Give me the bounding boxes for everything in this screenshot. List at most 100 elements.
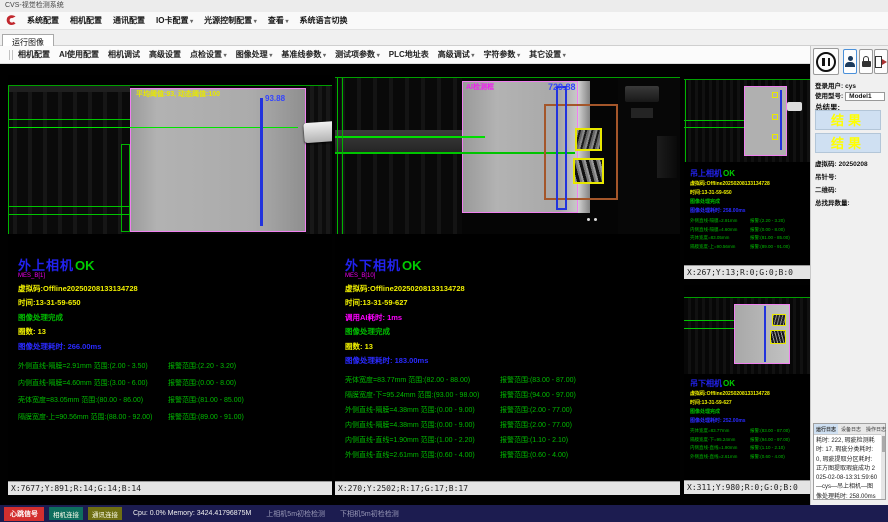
measurement-list: 壳体宽度=83.77mm报警:(83.00 - 87.00) 隔膜宽度-下=95…: [690, 428, 808, 460]
tab-strip: 运行图像: [0, 30, 888, 46]
yellow-defect-rect: [573, 158, 604, 184]
measurement-value: 内侧直线-隔膜=4.60mm 范围:(3.00 - 6.00): [18, 378, 168, 388]
blue-measure-value: 729.88: [548, 82, 576, 92]
measurement-value: 隔膜宽度-下=95.24mm 范围:(93.00 - 98.00): [345, 390, 500, 400]
measurement-value: 内侧直线-隔膜=4.38mm 范围:(0.00 - 9.00): [345, 420, 500, 430]
measurement-alarm: 报警范围:(0.60 - 4.00): [500, 452, 568, 459]
measurement-row: 壳体宽度=83.77mm 范围:(82.00 - 88.00)报警范围:(83.…: [345, 375, 678, 385]
tool-camera-debug[interactable]: 相机调试: [108, 49, 140, 60]
measurement-row: 内侧直线-直线=1.90mm 范围:(1.00 - 2.20)报警范围:(1.1…: [345, 435, 678, 445]
tool-test-item-params[interactable]: 测试项参数: [335, 49, 380, 60]
main-area: 平均阈值:93, 动态阈值:100 93.88 外上相机OK MES_B[1] …: [0, 64, 810, 505]
tool-other-settings[interactable]: 其它设置: [529, 49, 566, 60]
virtual-code-line: 虚拟码:Offline20250208133134728: [345, 283, 678, 294]
menu-comm-config[interactable]: 通讯配置: [113, 15, 145, 26]
camera-image-mini-top[interactable]: [684, 79, 810, 162]
green-vertical-line: [685, 80, 686, 162]
tool-ai-usage-config[interactable]: AI使用配置: [59, 49, 99, 60]
tool-baseline-params[interactable]: 基准线参数: [281, 49, 326, 60]
result-ok-badge: OK: [723, 379, 735, 388]
camera-view-center: AI检测框 729.88 外下相机OK MES_B[10] 虚拟码:Offlin…: [335, 75, 680, 495]
measurement-value: 外侧直线-直线=2.61mm: [690, 454, 750, 460]
camera-image-mini-bottom[interactable]: [684, 297, 810, 374]
camera-image-left[interactable]: 平均阈值:93, 动态阈值:100 93.88: [8, 85, 332, 234]
yellow-defect-rect: [770, 330, 786, 344]
blue-measure-rect: [556, 86, 567, 210]
menu-light-control-config[interactable]: 光源控制配置: [204, 15, 257, 26]
green-measure-line: [684, 127, 744, 128]
tool-advanced-debug[interactable]: 高级调试: [438, 49, 475, 60]
right-control-panel: 登录用户:cys 使用型号:Model1 总结果: 结果 结果 虚拟码:2025…: [810, 46, 888, 505]
exit-button[interactable]: [874, 49, 888, 74]
camera-result-header: 吊下相机OK: [690, 380, 808, 388]
machinery-background-left: [8, 86, 130, 234]
measurement-row: 外侧直线-直线=2.61mm 范围:(0.60 - 4.00)报警范围:(0.6…: [345, 450, 678, 460]
camera-view-mini-top: 吊上相机OK 虚拟码:Offline20250208133134728 时间:1…: [684, 75, 810, 279]
green-vertical-line: [337, 78, 338, 234]
qr-code-label: 二维码:: [815, 184, 837, 194]
done-line: 图像处理完成: [18, 312, 330, 323]
tool-plc-address-table[interactable]: PLC地址表: [389, 49, 429, 60]
task-down-camera: 下相机5m初检检测: [340, 509, 399, 519]
tool-advanced-settings[interactable]: 高级设置: [149, 49, 181, 60]
switch-user-button[interactable]: [843, 49, 857, 74]
measurement-list: 外侧直线-隔膜=2.91mm报警:(2.20 - 3.20) 内侧直线-隔膜=4…: [690, 218, 808, 250]
login-user-value: cys: [845, 83, 856, 90]
log-tab-run[interactable]: 运行日志: [814, 424, 838, 434]
login-user-label: 登录用户:: [815, 83, 843, 90]
measurement-value: 外侧直线-隔膜=4.38mm 范围:(0.00 - 9.00): [345, 405, 500, 415]
blue-measure-value: 93.88: [265, 94, 285, 103]
green-measure-line: [684, 320, 734, 321]
measurement-row: 壳体宽度=83.05mm 范围:(80.00 - 86.00)报警范围:(81.…: [18, 395, 330, 405]
machinery-detail: [625, 86, 659, 102]
measurement-alarm: 报警:(1.10 - 2.10): [750, 445, 785, 450]
tool-spot-check[interactable]: 点检设置: [190, 49, 227, 60]
menu-view[interactable]: 查看: [268, 15, 289, 26]
measurement-alarm: 报警:(94.00 - 97.00): [750, 437, 790, 442]
log-panel: 运行日志 设备日志 操作日志 耗时: 222, 瑕疵检测耗时: 17, 瑕疵分类…: [813, 423, 886, 500]
measurement-alarm: 报警范围:(2.00 - 77.00): [500, 422, 572, 429]
machinery-shelf: [335, 130, 462, 154]
exit-icon: [875, 56, 887, 68]
measurement-row: 隔膜宽度-上=90.56mm报警:(89.00 - 91.00): [690, 244, 808, 250]
tool-image-processing[interactable]: 图像处理: [236, 49, 273, 60]
time-line: 时间:13-31-59-650: [18, 297, 330, 308]
camera-name: 外下相机: [345, 258, 401, 273]
camera-name: 外上相机: [18, 258, 74, 273]
measurement-row: 外侧直线-隔膜=2.91mm 范围:(2.00 - 3.50)报警范围:(2.2…: [18, 361, 330, 371]
pause-button[interactable]: [813, 48, 839, 75]
model-label: 使用型号:: [815, 93, 843, 100]
yellow-marker: [772, 114, 778, 120]
elapsed-line: 图像处理耗时: 183.00ms: [345, 355, 678, 366]
pixel-status-bar: X:267;Y:13;R:0;G:0;B:0: [684, 265, 810, 279]
toolbar-grip[interactable]: [9, 50, 13, 60]
measurement-value: 隔膜宽度-上=90.56mm 范围:(88.00 - 92.00): [18, 412, 168, 422]
measurement-row: 外侧直线-隔膜=4.38mm 范围:(0.00 - 9.00)报警范围:(2.0…: [345, 405, 678, 415]
electrode-tab-clip: [303, 121, 332, 143]
menu-language-switch[interactable]: 系统语言切换: [300, 15, 348, 26]
done-line: 图像处理完成: [345, 326, 678, 337]
log-scrollbar[interactable]: [881, 434, 885, 499]
yellow-marker: [772, 134, 778, 140]
tool-camera-config[interactable]: 相机配置: [18, 49, 50, 60]
heartbeat-badge: 心跳信号: [4, 507, 44, 521]
model-select[interactable]: Model1: [845, 92, 885, 101]
measurement-alarm: 报警范围:(94.00 - 97.00): [500, 392, 576, 399]
log-tab-device[interactable]: 设备日志: [839, 424, 863, 434]
menu-camera-config[interactable]: 相机配置: [70, 15, 102, 26]
measurement-value: 内侧直线-直线=1.90mm: [690, 445, 750, 451]
menu-io-card-config[interactable]: IO卡配置: [156, 15, 193, 26]
green-measure-line: [684, 328, 734, 329]
tool-char-params[interactable]: 字符参数: [483, 49, 520, 60]
camera-image-center[interactable]: AI检测框 729.88: [335, 77, 680, 234]
log-tab-operation[interactable]: 操作日志: [864, 424, 888, 434]
mes-tag: MES_B[1]: [18, 273, 330, 279]
blue-measure-line: [764, 306, 766, 362]
camera-name: 吊下相机: [690, 379, 722, 388]
green-measure-line: [684, 120, 744, 121]
lock-button[interactable]: [859, 49, 873, 74]
machinery-background-left: [335, 78, 462, 234]
menu-system-config[interactable]: 系统配置: [27, 15, 59, 26]
measurement-row: 内侧直线-隔膜=4.60mm 范围:(3.00 - 6.00)报警范围:(0.0…: [18, 378, 330, 388]
measurement-row: 内侧直线-直线=1.90mm报警:(1.10 - 2.10): [690, 445, 808, 451]
